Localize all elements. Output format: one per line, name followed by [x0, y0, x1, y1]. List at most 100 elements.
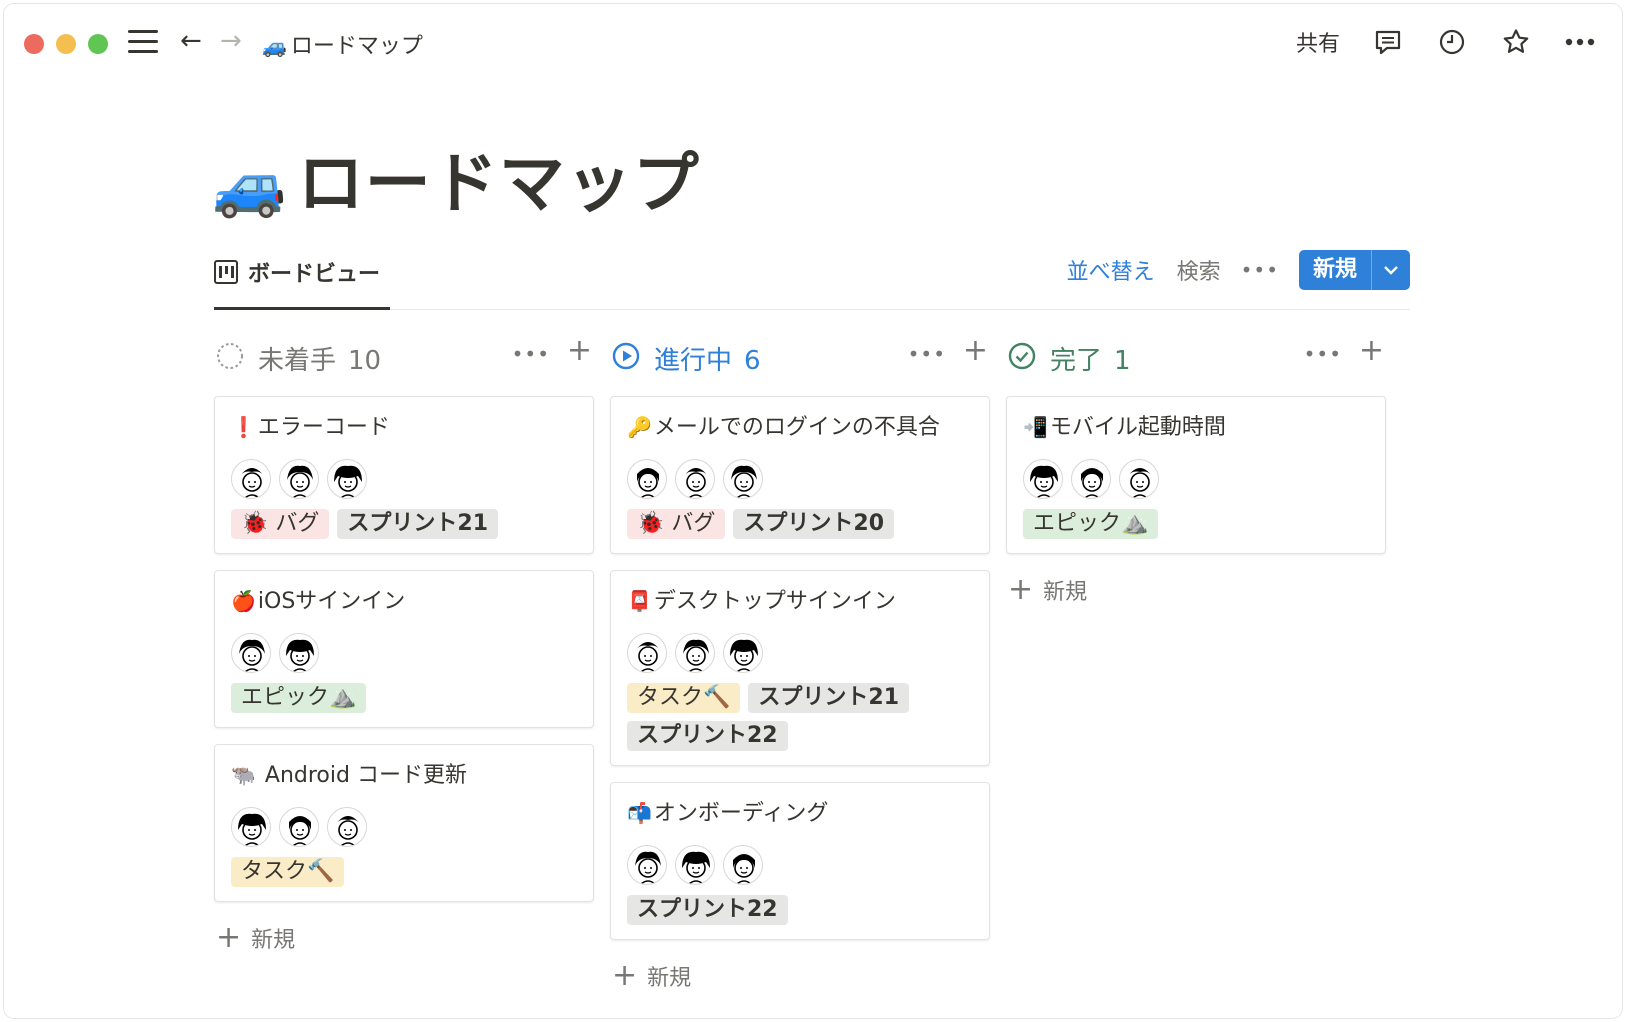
tag-list: タスク🔨 — [231, 857, 577, 887]
tag-sprint: スプリント20 — [733, 509, 895, 539]
avatar — [627, 633, 667, 673]
avatar — [723, 845, 763, 885]
breadcrumb-label: ロードマップ — [290, 34, 423, 59]
play-circle-icon — [612, 342, 640, 370]
avatar — [279, 459, 319, 499]
board-card[interactable]: 📬オンボーディング スプリント22 — [610, 782, 990, 940]
board-card[interactable]: 📲モバイル起動時間 エピック⛰️ — [1006, 396, 1386, 554]
card-title: 🐃 Android コード更新 — [231, 759, 577, 791]
tag-epic: エピック⛰️ — [1023, 509, 1159, 539]
column-add-icon[interactable]: + — [963, 336, 988, 366]
check-circle-icon — [1008, 342, 1036, 370]
card-emoji-icon: 📲 — [1023, 415, 1048, 439]
tab-label: ボードビュー — [248, 262, 381, 287]
column-more-icon[interactable]: ••• — [1304, 342, 1342, 366]
tag-task: タスク🔨 — [627, 683, 741, 713]
tag-bug: 🐞 バグ — [231, 509, 330, 539]
chevron-down-icon[interactable] — [1372, 250, 1410, 290]
add-card-button[interactable]: + 新規 — [214, 922, 594, 954]
clock-icon[interactable] — [1436, 26, 1468, 58]
forward-arrow-icon[interactable]: → — [220, 26, 242, 56]
column-more-icon[interactable]: ••• — [512, 342, 550, 366]
close-window-button[interactable] — [24, 34, 44, 54]
tab-board-view[interactable]: ボードビュー — [214, 250, 390, 310]
column-header: 進行中 6 ••• + — [610, 332, 990, 380]
hamburger-menu-icon[interactable] — [128, 30, 158, 56]
card-title-text: モバイル起動時間 — [1049, 415, 1226, 440]
column-title-label: 進行中 — [654, 346, 733, 376]
add-card-button[interactable]: + 新規 — [610, 960, 990, 992]
avatar — [279, 633, 319, 673]
column-more-icon[interactable]: ••• — [908, 342, 946, 366]
page-title[interactable]: 🚙 ロードマップ — [212, 130, 700, 226]
card-title-text: デスクトップサインイン — [653, 589, 896, 614]
view-more-icon[interactable]: ••• — [1241, 258, 1279, 282]
avatar — [627, 845, 667, 885]
assignees — [231, 633, 577, 673]
tag-list: スプリント22 — [627, 895, 973, 925]
card-emoji-icon: 🍎 — [231, 589, 256, 613]
comment-icon[interactable] — [1372, 26, 1404, 58]
board-card[interactable]: 🐃 Android コード更新 タスク🔨 — [214, 744, 594, 902]
avatar — [231, 633, 271, 673]
card-title: 📲モバイル起動時間 — [1023, 411, 1369, 443]
back-arrow-icon[interactable]: ← — [180, 26, 202, 56]
column-title[interactable]: 進行中 6 — [654, 340, 761, 377]
assignees — [231, 807, 577, 847]
column-add-icon[interactable]: + — [1359, 336, 1384, 366]
assignees — [627, 633, 973, 673]
avatar — [627, 459, 667, 499]
view-bar: ボードビュー 並べ替え 検索 ••• 新規 — [214, 250, 1410, 310]
new-button[interactable]: 新規 — [1298, 250, 1410, 290]
card-title-text: エラーコード — [257, 415, 390, 440]
plus-icon: + — [1008, 572, 1034, 607]
card-title: 📬オンボーディング — [627, 797, 973, 829]
card-title-text: iOSサインイン — [257, 589, 406, 614]
new-button-label[interactable]: 新規 — [1299, 250, 1372, 290]
card-emoji-icon: ❗ — [231, 415, 256, 439]
card-emoji-icon: 📮 — [627, 589, 652, 613]
column-add-icon[interactable]: + — [567, 336, 592, 366]
avatar — [1071, 459, 1111, 499]
avatar — [231, 807, 271, 847]
maximize-window-button[interactable] — [88, 34, 108, 54]
avatar — [675, 459, 715, 499]
column-title-label: 完了 — [1050, 346, 1103, 376]
blue-car-icon: 🚙 — [262, 34, 287, 58]
column-count: 1 — [1114, 346, 1131, 376]
card-emoji-icon: 🐃 — [231, 763, 256, 787]
breadcrumb[interactable]: 🚙 ロードマップ — [262, 28, 423, 60]
search-button[interactable]: 検索 — [1177, 254, 1221, 286]
share-button[interactable]: 共有 — [1296, 26, 1340, 58]
card-title-text: Android コード更新 — [257, 763, 467, 788]
board-card[interactable]: 🍎iOSサインイン エピック⛰️ — [214, 570, 594, 728]
board-icon — [214, 260, 238, 284]
avatar — [675, 633, 715, 673]
page-title-text: ロードマップ — [297, 145, 700, 222]
assignees — [1023, 459, 1369, 499]
column-title[interactable]: 未着手 10 — [258, 340, 381, 377]
tag-list: タスク🔨 スプリント21 スプリント22 — [627, 683, 973, 751]
board-card[interactable]: 🔑メールでのログインの不具合 🐞 バグ スプリント20 — [610, 396, 990, 554]
plus-icon: + — [216, 920, 242, 955]
sort-button[interactable]: 並べ替え — [1067, 254, 1155, 286]
more-icon[interactable] — [1564, 26, 1596, 58]
minimize-window-button[interactable] — [56, 34, 76, 54]
blue-car-icon: 🚙 — [212, 151, 288, 221]
board-column: 未着手 10 ••• + ❗エラーコード 🐞 バグ スプリント21 🍎iOSサインイン エピック… — [214, 332, 594, 954]
star-icon[interactable] — [1500, 26, 1532, 58]
column-title[interactable]: 完了 1 — [1050, 340, 1131, 377]
board-column: 完了 1 ••• + 📲モバイル起動時間 エピック⛰️ + 新規 — [1006, 332, 1386, 606]
avatar — [723, 633, 763, 673]
tag-sprint: スプリント22 — [627, 895, 788, 925]
card-emoji-icon: 📬 — [627, 801, 652, 825]
board-card[interactable]: ❗エラーコード 🐞 バグ スプリント21 — [214, 396, 594, 554]
tag-sprint: スプリント21 — [748, 683, 910, 713]
board-card[interactable]: 📮デスクトップサインインタスク🔨 スプリント21 スプリント22 — [610, 570, 990, 766]
tag-sprint: スプリント21 — [337, 509, 499, 539]
top-bar: ← → 🚙 ロードマップ 共有 — [4, 4, 1622, 78]
card-emoji-icon: 🔑 — [627, 415, 652, 439]
add-card-button[interactable]: + 新規 — [1006, 574, 1386, 606]
card-title-text: メールでのログインの不具合 — [653, 415, 940, 440]
card-title-text: オンボーディング — [653, 801, 829, 826]
